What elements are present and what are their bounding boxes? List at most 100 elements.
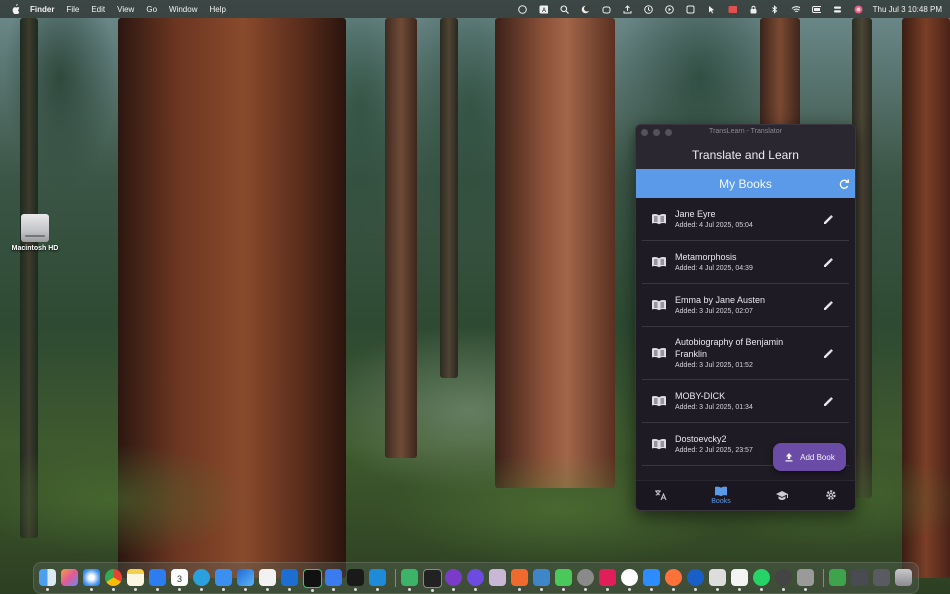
window-titlebar[interactable]: TransLearn - Translator	[636, 125, 855, 140]
nav-learn[interactable]	[762, 489, 802, 501]
add-book-button[interactable]: Add Book	[773, 443, 846, 471]
yandex-icon[interactable]	[599, 569, 616, 591]
safari-icon[interactable]	[83, 569, 100, 591]
book-icon	[651, 213, 667, 225]
battery-icon[interactable]	[811, 5, 821, 14]
messages-icon[interactable]	[533, 569, 550, 591]
desktop-drive[interactable]: Macintosh HD	[8, 214, 62, 252]
record-icon[interactable]	[728, 5, 737, 14]
menu-window[interactable]: Window	[169, 5, 197, 14]
calendar-icon[interactable]: 3	[171, 569, 188, 591]
firefox-icon[interactable]	[643, 569, 660, 591]
tor-icon[interactable]	[445, 569, 462, 591]
finder-window-icon[interactable]	[775, 569, 792, 591]
mail-icon[interactable]	[215, 569, 232, 591]
vscode-icon[interactable]	[369, 569, 386, 591]
nav-translate[interactable]	[640, 489, 680, 501]
refresh-icon[interactable]	[838, 178, 850, 190]
trello-icon[interactable]	[281, 569, 298, 591]
cat-icon[interactable]	[602, 5, 611, 14]
edit-pencil-icon[interactable]	[822, 213, 834, 225]
book-date: Added: 3 Jul 2025, 01:52	[675, 362, 753, 369]
chat-bubble-icon[interactable]	[517, 4, 527, 14]
edit-pencil-icon[interactable]	[822, 395, 834, 407]
wifi-icon[interactable]	[791, 5, 800, 14]
menu-go[interactable]: Go	[146, 5, 157, 14]
hard-drive-icon	[21, 214, 49, 242]
telegram-icon[interactable]	[193, 569, 210, 591]
menu-app-name[interactable]: Finder	[30, 5, 54, 14]
folder-icon[interactable]	[851, 569, 868, 586]
edit-pencil-icon[interactable]	[822, 256, 834, 268]
tab-label: My Books	[719, 176, 772, 191]
book-row[interactable]: Autobiography of Benjamin Franklin Added:…	[642, 327, 849, 380]
play-icon[interactable]	[664, 4, 674, 14]
slack-icon[interactable]	[577, 569, 594, 591]
maps-icon[interactable]	[325, 569, 342, 591]
settings-icon[interactable]	[555, 569, 572, 591]
bluetooth-icon[interactable]	[770, 4, 779, 14]
zoom-icon[interactable]	[621, 569, 638, 591]
edit-pencil-icon[interactable]	[822, 299, 834, 311]
nav-settings[interactable]	[811, 489, 851, 501]
book-title: Metamorphosis	[675, 252, 737, 262]
menu-file[interactable]: File	[66, 5, 79, 14]
book-row[interactable]: Emma by Jane Austen Added: 3 Jul 2025, 02…	[642, 284, 849, 327]
finder-icon[interactable]	[39, 569, 56, 591]
book-title: Jane Eyre	[675, 209, 716, 219]
terminal-icon[interactable]	[423, 569, 442, 592]
book-icon	[651, 299, 667, 311]
edit-pencil-icon[interactable]	[822, 347, 834, 359]
cursor-icon[interactable]	[707, 5, 716, 14]
tab-my-books: My Books	[636, 169, 855, 198]
cursor-icon[interactable]	[347, 569, 364, 591]
input-source-icon[interactable]: A	[539, 5, 548, 14]
book-row[interactable]: MOBY-DICK Added: 3 Jul 2025, 01:34	[642, 380, 849, 423]
book-icon	[651, 395, 667, 407]
book-title: MOBY-DICK	[675, 391, 726, 401]
search-icon[interactable]	[560, 4, 569, 14]
preview-icon[interactable]	[687, 569, 704, 591]
chrome-icon[interactable]	[105, 569, 122, 591]
1password-icon[interactable]	[665, 569, 682, 591]
proton-icon[interactable]	[467, 569, 484, 591]
menu-clock[interactable]: Thu Jul 3 10:48 PM	[873, 5, 942, 14]
simulator-icon[interactable]	[511, 569, 528, 591]
notes-icon[interactable]	[127, 569, 144, 591]
control-center-icon[interactable]	[833, 5, 842, 14]
pycharm-icon[interactable]	[303, 569, 322, 592]
numbers-icon[interactable]	[797, 569, 814, 591]
book-date: Added: 4 Jul 2025, 04:39	[675, 265, 753, 272]
clock-icon[interactable]	[643, 4, 653, 14]
book-row[interactable]: Jane Eyre Added: 4 Jul 2025, 05:04	[642, 198, 849, 241]
books-icon	[714, 485, 728, 497]
screen-capture-icon[interactable]	[686, 5, 695, 14]
app-header: Translate and Learn	[636, 140, 855, 169]
books-list[interactable]: Jane Eyre Added: 4 Jul 2025, 05:04 Metamo…	[636, 198, 855, 480]
android-studio-icon[interactable]	[401, 569, 418, 591]
swift-icon[interactable]	[489, 569, 506, 586]
documents-icon[interactable]	[873, 569, 890, 586]
nav-books[interactable]: Books	[701, 485, 741, 505]
vpn-icon[interactable]	[749, 5, 758, 14]
book-date: Added: 3 Jul 2025, 01:34	[675, 404, 753, 411]
menu-edit[interactable]: Edit	[91, 5, 105, 14]
downloads-icon[interactable]	[829, 569, 846, 586]
book-row[interactable]: Metamorphosis Added: 4 Jul 2025, 04:39	[642, 241, 849, 284]
menu-help[interactable]: Help	[209, 5, 225, 14]
chatgpt-icon[interactable]	[259, 569, 276, 591]
app-store-icon[interactable]	[149, 569, 166, 591]
upload-tray-icon[interactable]	[623, 4, 632, 14]
quicktime-icon[interactable]	[753, 569, 770, 591]
apple-logo-icon[interactable]	[10, 4, 20, 15]
trash-icon[interactable]	[895, 569, 912, 586]
launchpad-icon[interactable]	[61, 569, 78, 586]
whatsapp-icon[interactable]	[731, 569, 748, 591]
textedit-icon[interactable]	[709, 569, 726, 591]
xcode-icon[interactable]	[237, 569, 254, 591]
moon-icon[interactable]	[581, 5, 590, 14]
menu-view[interactable]: View	[117, 5, 134, 14]
user-avatar-icon[interactable]	[854, 5, 863, 14]
book-icon	[651, 347, 667, 359]
drive-label: Macintosh HD	[11, 245, 59, 252]
